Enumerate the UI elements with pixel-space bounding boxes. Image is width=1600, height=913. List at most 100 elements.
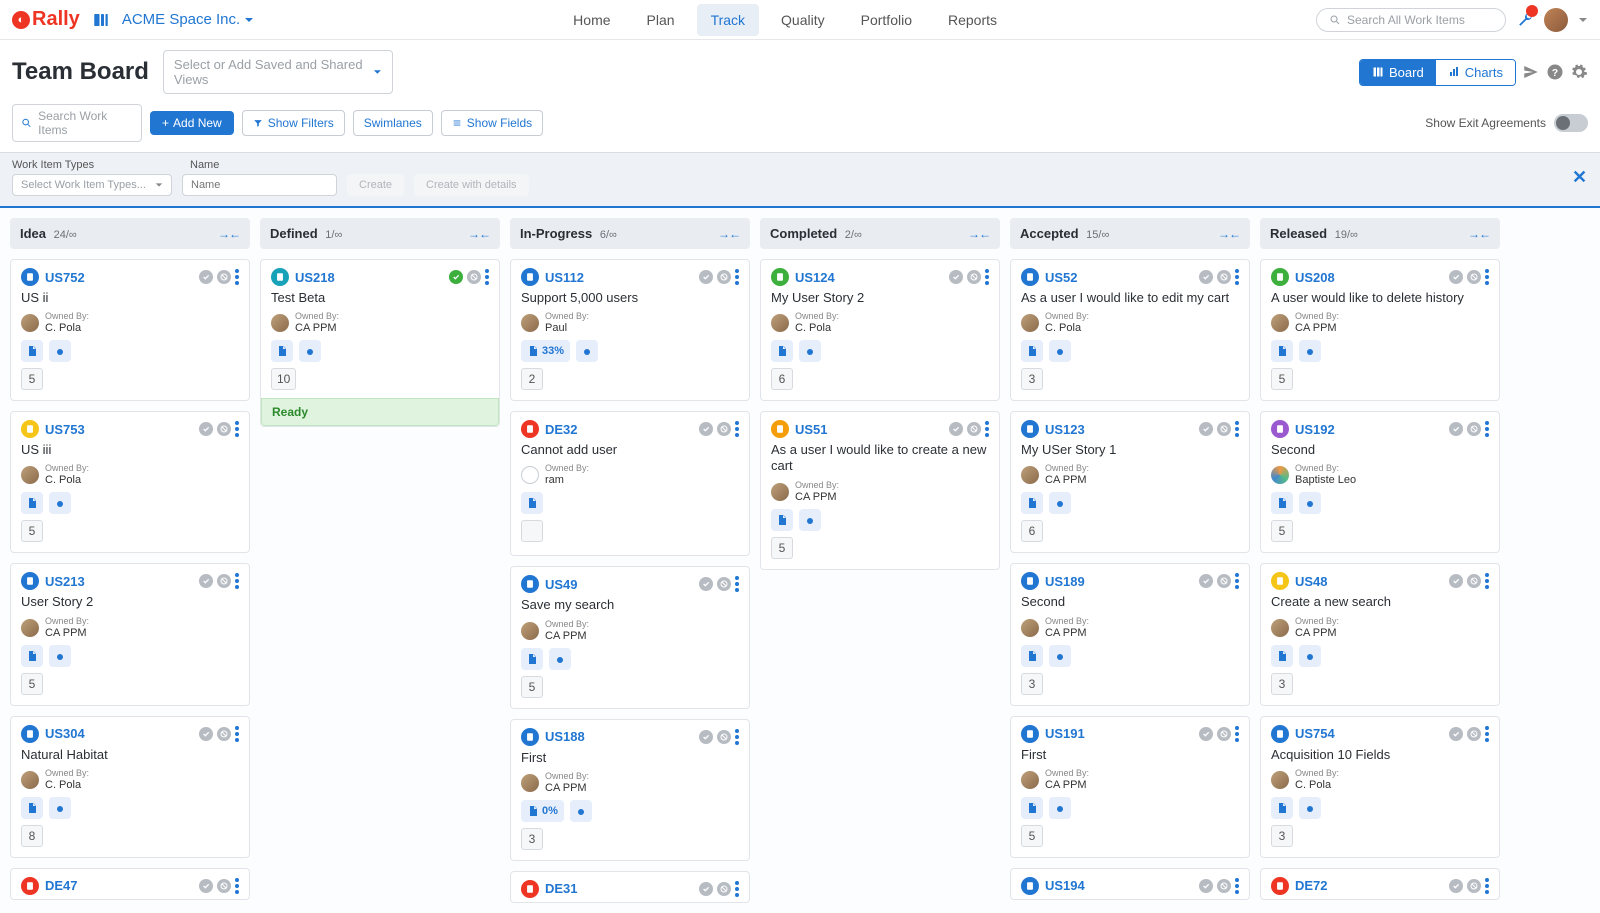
card-owner[interactable]: Owned By:C. Pola [21,769,239,791]
exit-agreements-toggle[interactable] [1554,114,1588,132]
blocked-status-icon[interactable] [1217,727,1231,741]
defects-chip[interactable] [799,340,821,362]
card[interactable]: US753 US iii Owned By:C. Pola 5 [10,411,250,553]
blocked-status-icon[interactable] [1217,879,1231,893]
card[interactable]: DE72 Owned By: [1260,868,1500,900]
card[interactable]: US123 My USer Story 1 Owned By:CA PPM 6 [1010,411,1250,553]
tasks-chip[interactable] [1271,797,1293,819]
card-owner[interactable]: Owned By:CA PPM [21,617,239,639]
blocked-status-icon[interactable] [717,730,731,744]
card-owner[interactable]: Owned By:Baptiste Leo [1271,464,1489,486]
show-fields-button[interactable]: Show Fields [441,110,543,136]
blocked-status-icon[interactable] [217,727,231,741]
blocked-status-icon[interactable] [717,422,731,436]
defects-chip[interactable] [1299,645,1321,667]
card-menu-icon[interactable] [1235,573,1239,589]
card-id[interactable]: US189 [1045,574,1085,589]
tasks-chip[interactable] [771,509,793,531]
card-id[interactable]: US218 [295,270,335,285]
tasks-chip[interactable] [21,797,43,819]
progress-chip[interactable]: 0% [521,800,564,822]
close-icon[interactable]: ✕ [1572,167,1588,183]
card[interactable]: DE32 Cannot add user Owned By:ram [510,411,750,556]
card-id[interactable]: US49 [545,577,578,592]
blocked-status-icon[interactable] [217,422,231,436]
card[interactable]: US52 As a user I would like to edit my c… [1010,259,1250,401]
card-menu-icon[interactable] [235,421,239,437]
defects-chip[interactable] [576,340,598,362]
card-id[interactable]: US112 [545,270,584,285]
card-menu-icon[interactable] [235,878,239,894]
tasks-chip[interactable] [521,648,543,670]
card-owner[interactable]: Owned By:CA PPM [1021,464,1239,486]
tasks-chip[interactable] [1021,797,1043,819]
card-id[interactable]: US208 [1295,270,1335,285]
card-id[interactable]: US123 [1045,422,1085,437]
gear-icon[interactable] [1570,63,1588,81]
card-menu-icon[interactable] [1235,878,1239,894]
nav-link-track[interactable]: Track [697,4,759,36]
work-item-type-select[interactable]: Select Work Item Types... [12,174,172,196]
card-id[interactable]: DE72 [1295,878,1328,893]
column-collapse-icon[interactable]: →← [1218,227,1240,241]
tools-button[interactable] [1516,11,1534,29]
card-id[interactable]: US753 [45,422,85,437]
card[interactable]: US48 Create a new search Owned By:CA PPM… [1260,563,1500,705]
card-owner[interactable]: Owned By:Paul [521,312,739,334]
card[interactable]: US304 Natural Habitat Owned By:C. Pola 8 [10,716,250,858]
card-menu-icon[interactable] [235,573,239,589]
card[interactable]: US124 My User Story 2 Owned By:C. Pola 6 [760,259,1000,401]
card-menu-icon[interactable] [735,421,739,437]
column-collapse-icon[interactable]: →← [1468,227,1490,241]
card-menu-icon[interactable] [485,269,489,285]
defects-chip[interactable] [549,648,571,670]
card-menu-icon[interactable] [1485,878,1489,894]
tasks-chip[interactable] [271,340,293,362]
send-icon[interactable] [1522,63,1540,81]
ready-status-icon[interactable] [199,727,213,741]
card-menu-icon[interactable] [1235,269,1239,285]
tasks-chip[interactable] [1271,492,1293,514]
defects-chip[interactable] [1049,645,1071,667]
defects-chip[interactable] [299,340,321,362]
column-collapse-icon[interactable]: →← [718,227,740,241]
defects-chip[interactable] [799,509,821,531]
card-id[interactable]: US52 [1045,270,1078,285]
saved-views-select[interactable]: Select or Add Saved and Shared Views [163,50,393,94]
card-id[interactable]: DE32 [545,422,578,437]
card-owner[interactable]: Owned By:C. Pola [21,312,239,334]
column-collapse-icon[interactable]: →← [218,227,240,241]
tasks-chip[interactable] [1021,492,1043,514]
card-owner[interactable]: Owned By:CA PPM [771,481,989,503]
nav-link-portfolio[interactable]: Portfolio [847,4,926,36]
card-menu-icon[interactable] [985,421,989,437]
card-id[interactable]: US752 [45,270,85,285]
blocked-status-icon[interactable] [217,574,231,588]
ready-status-icon[interactable] [1199,727,1213,741]
chevron-down-icon[interactable] [1578,15,1588,25]
nav-link-home[interactable]: Home [559,4,624,36]
defects-chip[interactable] [49,492,71,514]
progress-chip[interactable]: 33% [521,340,570,362]
card-menu-icon[interactable] [1235,421,1239,437]
card[interactable]: US218 Test Beta Owned By:CA PPM 10 Ready [260,259,500,427]
card-id[interactable]: US304 [45,726,85,741]
card-menu-icon[interactable] [235,726,239,742]
column-header[interactable]: Idea 24/∞ →← [10,218,250,249]
card[interactable]: US191 First Owned By:CA PPM 5 [1010,716,1250,858]
ready-status-icon[interactable] [199,879,213,893]
user-avatar[interactable] [1544,8,1568,32]
ready-status-icon[interactable] [1449,270,1463,284]
card[interactable]: DE47 Owned By: [10,868,250,900]
column-header[interactable]: Released 19/∞ →← [1260,218,1500,249]
show-filters-button[interactable]: Show Filters [242,110,345,136]
defects-chip[interactable] [1049,797,1071,819]
card-menu-icon[interactable] [1235,726,1239,742]
defects-chip[interactable] [1299,797,1321,819]
card[interactable]: US752 US ii Owned By:C. Pola 5 [10,259,250,401]
tasks-chip[interactable] [21,492,43,514]
blocked-status-icon[interactable] [1217,574,1231,588]
card-id[interactable]: DE47 [45,878,78,893]
charts-view-button[interactable]: Charts [1436,60,1515,85]
blocked-status-icon[interactable] [217,879,231,893]
